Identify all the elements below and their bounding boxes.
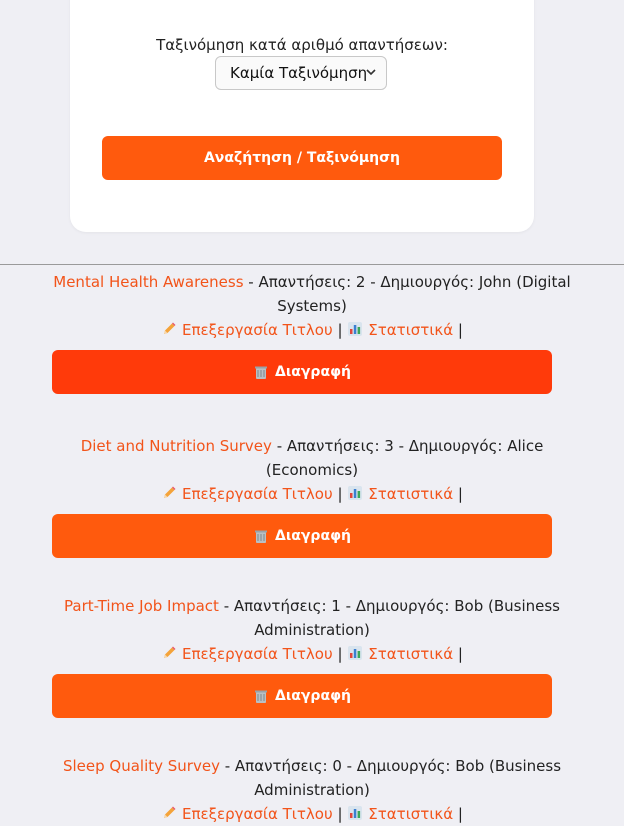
bar-chart-icon <box>348 322 363 336</box>
survey-title-link[interactable]: Sleep Quality Survey <box>63 757 220 775</box>
survey-line: Part-Time Job Impact - Απαντήσεις: 1 - Δ… <box>0 594 624 618</box>
delete-button[interactable]: Διαγραφή <box>52 674 552 718</box>
pencil-icon <box>164 646 176 658</box>
sort-select[interactable]: Καμία Ταξινόμηση <box>215 56 387 90</box>
survey-actions: Επεξεργασία Τιτλου | Στατιστικά | <box>0 482 624 506</box>
survey-meta: - Απαντήσεις: 3 - Δημιουργός: Alice <box>271 437 544 455</box>
search-sort-button[interactable]: Αναζήτηση / Ταξινόμηση <box>102 136 502 180</box>
survey-meta-cont: Systems) <box>277 297 347 315</box>
separator: | <box>337 485 343 503</box>
survey-actions: Επεξεργασία Τιτλου | Στατιστικά | <box>0 802 624 826</box>
chevron-down-icon <box>366 69 376 76</box>
delete-label: Διαγραφή <box>274 364 351 380</box>
survey-line: Diet and Nutrition Survey - Απαντήσεις: … <box>0 434 624 458</box>
pencil-icon <box>164 486 176 498</box>
separator: | <box>457 321 463 339</box>
bar-chart-icon <box>348 806 363 820</box>
separator: | <box>337 645 343 663</box>
delete-label: Διαγραφή <box>274 688 351 704</box>
sort-select-value: Καμία Ταξινόμηση <box>230 64 368 82</box>
sort-label: Ταξινόμηση κατά αριθμό απαντήσεων: <box>156 36 448 54</box>
trash-icon <box>254 366 267 379</box>
survey-actions: Επεξεργασία Τιτλου | Στατιστικά | <box>0 318 624 342</box>
delete-button[interactable]: Διαγραφή <box>52 514 552 558</box>
stats-link[interactable]: Στατιστικά <box>347 645 453 663</box>
bar-chart-icon <box>348 646 363 660</box>
filter-card: Ταξινόμηση κατά αριθμό απαντήσεων: Καμία… <box>70 0 534 232</box>
trash-icon <box>254 690 267 703</box>
bar-chart-icon <box>348 486 363 500</box>
survey-line: Sleep Quality Survey - Απαντήσεις: 0 - Δ… <box>0 754 624 778</box>
separator: | <box>337 321 343 339</box>
survey-line: Mental Health Awareness - Απαντήσεις: 2 … <box>0 270 624 294</box>
survey-meta: - Απαντήσεις: 0 - Δημιουργός: Bob (Busin… <box>219 757 562 775</box>
edit-title-link[interactable]: Επεξεργασία Τιτλου <box>161 321 333 339</box>
survey-title-link[interactable]: Mental Health Awareness <box>53 273 243 291</box>
delete-label: Διαγραφή <box>274 528 351 544</box>
survey-meta-cont: Administration) <box>254 621 370 639</box>
divider <box>0 264 624 265</box>
delete-button[interactable]: Διαγραφή <box>52 350 552 394</box>
separator: | <box>457 645 463 663</box>
stats-link[interactable]: Στατιστικά <box>347 321 453 339</box>
survey-meta-cont: Administration) <box>254 781 370 799</box>
trash-icon <box>254 530 267 543</box>
edit-title-link[interactable]: Επεξεργασία Τιτλου <box>161 645 333 663</box>
survey-title-link[interactable]: Diet and Nutrition Survey <box>81 437 272 455</box>
survey-meta-cont: (Economics) <box>265 461 359 479</box>
survey-meta: - Απαντήσεις: 1 - Δημιουργός: Bob (Busin… <box>218 597 560 615</box>
survey-title-link[interactable]: Part-Time Job Impact <box>64 597 219 615</box>
survey-actions: Επεξεργασία Τιτλου | Στατιστικά | <box>0 642 624 666</box>
pencil-icon <box>164 322 176 334</box>
stats-link[interactable]: Στατιστικά <box>347 485 453 503</box>
survey-meta: - Απαντήσεις: 2 - Δημιουργός: John (Digi… <box>243 273 571 291</box>
edit-title-link[interactable]: Επεξεργασία Τιτλου <box>161 485 333 503</box>
separator: | <box>457 485 463 503</box>
pencil-icon <box>164 806 176 818</box>
